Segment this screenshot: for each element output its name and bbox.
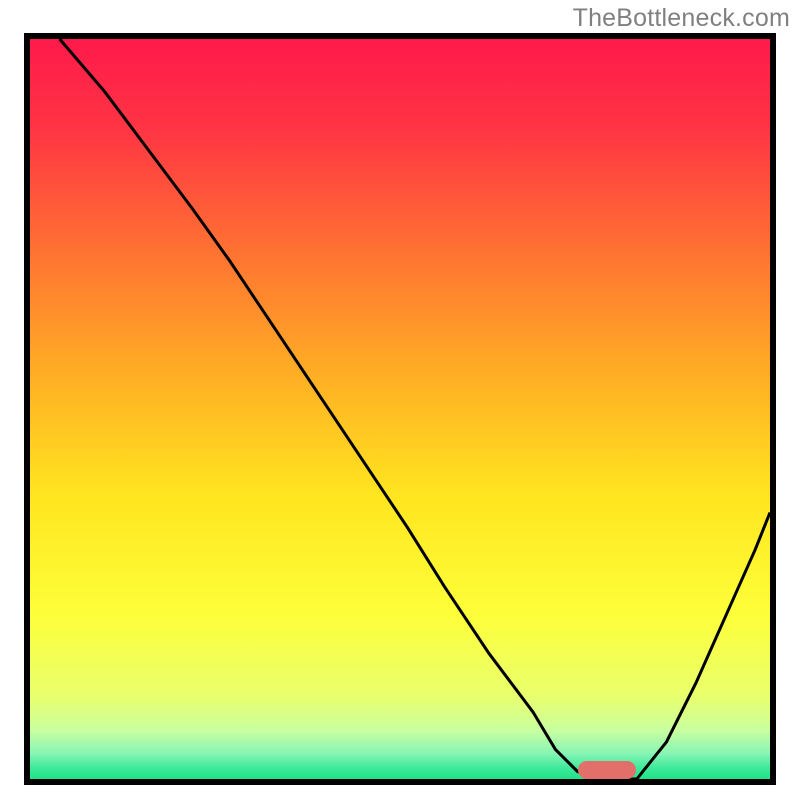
chart-stage: { "watermark": "TheBottleneck.com", "plo…	[0, 0, 800, 800]
optimum-marker	[578, 761, 636, 779]
plot-border	[24, 33, 776, 785]
